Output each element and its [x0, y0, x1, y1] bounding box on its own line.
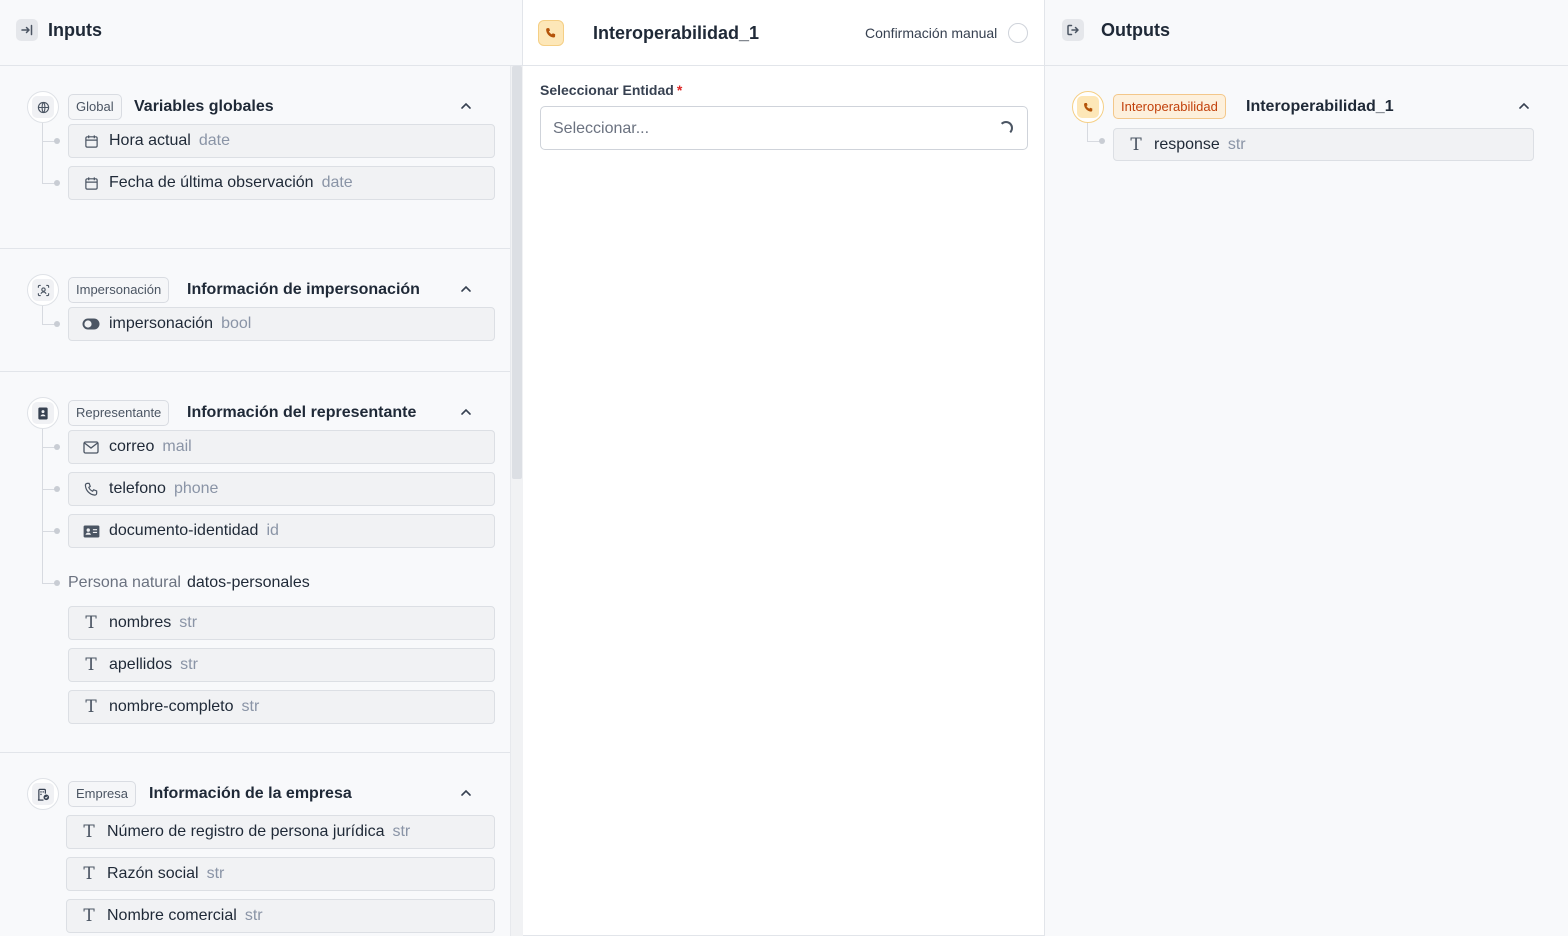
node-type-tag: Interoperabilidad [1113, 94, 1226, 119]
section-tag: Empresa [68, 781, 137, 807]
section-company: Empresa Información de la empresa T Núme… [0, 753, 510, 936]
manual-confirmation-checkbox[interactable] [1008, 23, 1028, 43]
id-card-icon [82, 522, 100, 540]
variable-item[interactable]: T Razón social str [66, 857, 495, 891]
variable-item[interactable]: telefono phone [68, 472, 495, 506]
section-global: Global Variables globales Hora actual da… [0, 66, 510, 249]
text-icon: T [85, 655, 97, 675]
variable-item[interactable]: T nombre-completo str [68, 690, 495, 724]
entity-select-placeholder: Seleccionar... [553, 120, 650, 137]
text-icon: T [83, 864, 95, 884]
variable-item[interactable]: T Nombre comercial str [66, 899, 495, 933]
subgroup-persona-natural: Persona natural datos-personales [68, 574, 310, 591]
globe-icon [27, 91, 59, 123]
face-scan-icon [27, 274, 59, 306]
variable-item[interactable]: impersonación bool [68, 307, 495, 341]
section-title: Información de la empresa [149, 785, 352, 802]
output-arrow-icon [1062, 19, 1084, 41]
inputs-scrollbar[interactable] [510, 66, 523, 936]
variable-item[interactable]: documento-identidad id [68, 514, 495, 548]
text-icon: T [85, 613, 97, 633]
node-title: Interoperabilidad_1 [593, 23, 760, 43]
phone-icon [82, 480, 100, 498]
variable-item[interactable]: correo mail [68, 430, 495, 464]
variable-item[interactable]: T apellidos str [68, 648, 495, 682]
section-title: Información de impersonación [187, 281, 420, 298]
phone-node-icon [1072, 91, 1104, 123]
text-icon: T [83, 906, 95, 926]
text-icon: T [85, 697, 97, 717]
section-impersonation: Impersonación Información de impersonaci… [0, 249, 510, 372]
text-icon: T [83, 822, 95, 842]
section-tag: Global [68, 94, 122, 120]
variable-item[interactable]: T nombres str [68, 606, 495, 640]
section-representative: Representante Información del representa… [0, 372, 510, 753]
variable-item[interactable]: T Número de registro de persona jurídica… [66, 815, 495, 849]
badge-icon [27, 397, 59, 429]
node-config-panel: Interoperabilidad_1 Confirmación manual … [523, 0, 1045, 936]
inputs-panel: Inputs Global Variables globales Hora ac… [0, 0, 523, 936]
section-tag: Representante [68, 400, 170, 426]
inputs-title: Inputs [48, 20, 102, 40]
node-config-header: Interoperabilidad_1 Confirmación manual [523, 0, 1044, 66]
section-title: Información del representante [187, 404, 417, 421]
outputs-title: Outputs [1101, 20, 1170, 40]
mail-icon [82, 438, 100, 456]
chevron-up-icon[interactable] [458, 98, 474, 114]
required-mark: * [676, 82, 683, 98]
phone-node-icon [538, 20, 564, 46]
chevron-up-icon[interactable] [458, 404, 474, 420]
output-node-title: Interoperabilidad_1 [1246, 98, 1394, 115]
chevron-up-icon[interactable] [458, 281, 474, 297]
section-tag: Impersonación [68, 277, 170, 303]
entity-field-label: Seleccionar Entidad * [540, 82, 683, 98]
entity-select[interactable]: Seleccionar... [540, 106, 1028, 150]
manual-confirmation-label: Confirmación manual [865, 25, 998, 41]
inputs-scroll-area[interactable]: Global Variables globales Hora actual da… [0, 66, 510, 936]
inputs-header: Inputs [0, 0, 522, 66]
variable-item[interactable]: Fecha de última observación date [68, 166, 495, 200]
outputs-header: Outputs [1045, 0, 1568, 66]
output-variable-item[interactable]: T response str [1113, 128, 1534, 161]
text-icon: T [1130, 134, 1142, 155]
calendar-icon [82, 132, 100, 150]
outputs-panel: Outputs Interoperabilidad Interoperabili… [1045, 0, 1568, 936]
toggle-icon [82, 315, 100, 333]
company-icon [27, 778, 59, 810]
section-title: Variables globales [134, 98, 274, 115]
loading-spinner-icon [999, 121, 1013, 135]
scrollbar-thumb[interactable] [512, 66, 522, 479]
variable-item[interactable]: Hora actual date [68, 124, 495, 158]
chevron-up-icon[interactable] [458, 785, 474, 801]
input-arrow-icon [16, 19, 38, 41]
chevron-up-icon[interactable] [1516, 98, 1532, 114]
calendar-icon [82, 174, 100, 192]
